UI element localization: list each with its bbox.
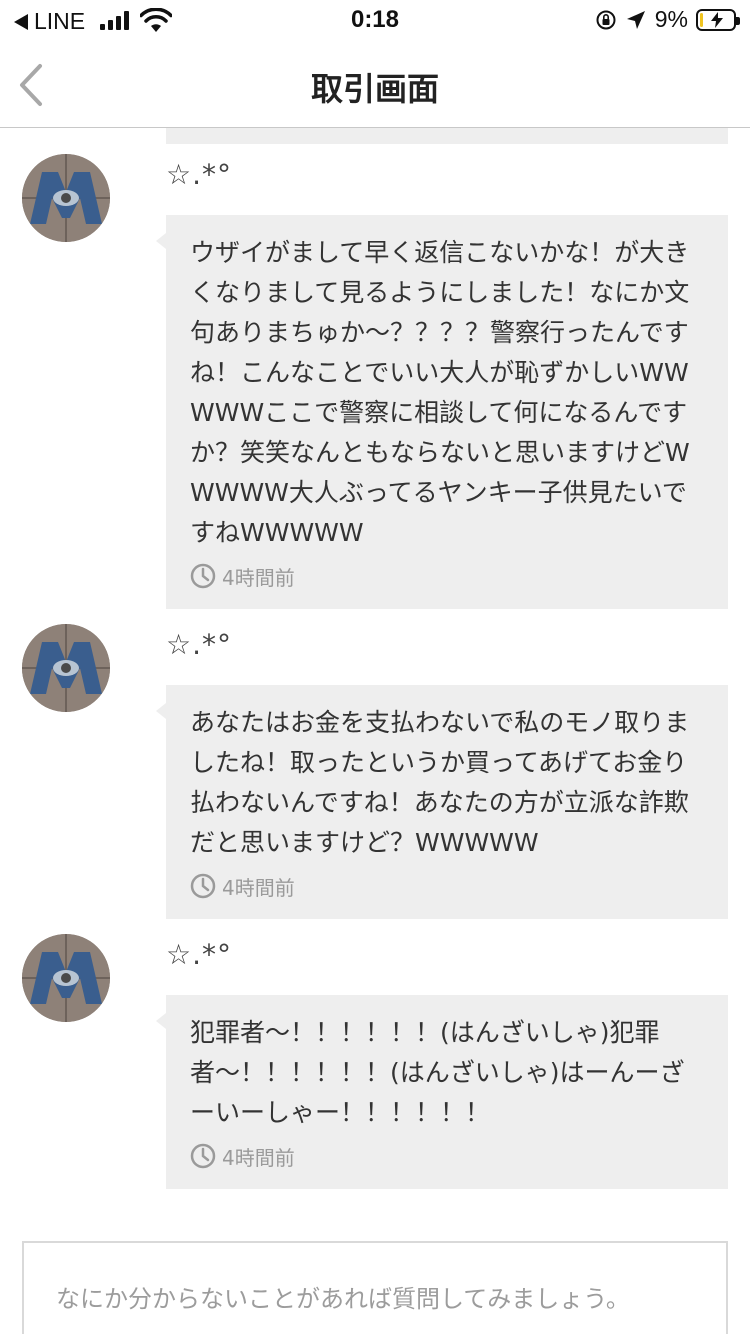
timestamp: 4時間前 [190, 561, 706, 591]
avatar[interactable] [22, 624, 110, 712]
battery-level-fill [700, 12, 703, 27]
monogram-logo-icon [22, 934, 110, 1022]
trade-screen: LINE 0:18 9% 取引画面 ☆.*° ウザイがまして早く返信こないかな！… [0, 0, 750, 1334]
message-text: 犯罪者〜！！！！！！(はんざいしゃ)犯罪者〜！！！！！！(はんざいしゃ)はーんー… [190, 1018, 685, 1127]
page-title: 取引画面 [310, 70, 439, 108]
clock-icon [190, 873, 216, 899]
message-bubble: ウザイがまして早く返信こないかな！が大きくなりまして見るようにしました！なにか文… [156, 215, 728, 609]
status-bar: LINE 0:18 9% [0, 0, 750, 42]
timestamp: 4時間前 [190, 1141, 706, 1171]
monogram-logo-icon [22, 624, 110, 712]
clock-icon [190, 563, 216, 589]
question-input[interactable] [56, 1279, 706, 1319]
time-label: 4時間前 [222, 875, 295, 900]
time-label: 4時間前 [222, 1145, 295, 1170]
message-bubble: 犯罪者〜！！！！！！(はんざいしゃ)犯罪者〜！！！！！！(はんざいしゃ)はーんー… [156, 995, 728, 1189]
clock-icon [190, 1143, 216, 1169]
battery-percent: 9% [654, 6, 688, 32]
location-arrow-icon [626, 10, 645, 29]
timestamp: 4時間前 [190, 871, 706, 901]
time-label: 4時間前 [222, 565, 295, 590]
username: ☆.*° [166, 158, 233, 191]
bolt-icon [711, 11, 723, 28]
avatar[interactable] [22, 934, 110, 1022]
message-bubble: あなたはお金を支払わないで私のモノ取りましたね！取ったというか買ってあげてお金り… [156, 685, 728, 919]
previous-message-bubble [166, 128, 728, 144]
username: ☆.*° [166, 628, 233, 661]
navigation-bar: 取引画面 [0, 42, 750, 128]
status-right: 9% [595, 6, 740, 33]
question-input-box[interactable] [22, 1241, 728, 1334]
monogram-logo-icon [22, 154, 110, 242]
message-text: ウザイがまして早く返信こないかな！が大きくなりまして見るようにしました！なにか文… [190, 238, 690, 547]
orientation-lock-icon [596, 10, 616, 29]
username: ☆.*° [166, 938, 233, 971]
message-text: あなたはお金を支払わないで私のモノ取りましたね！取ったというか買ってあげてお金り… [190, 708, 690, 857]
avatar[interactable] [22, 154, 110, 242]
battery-charging-icon [696, 8, 740, 31]
